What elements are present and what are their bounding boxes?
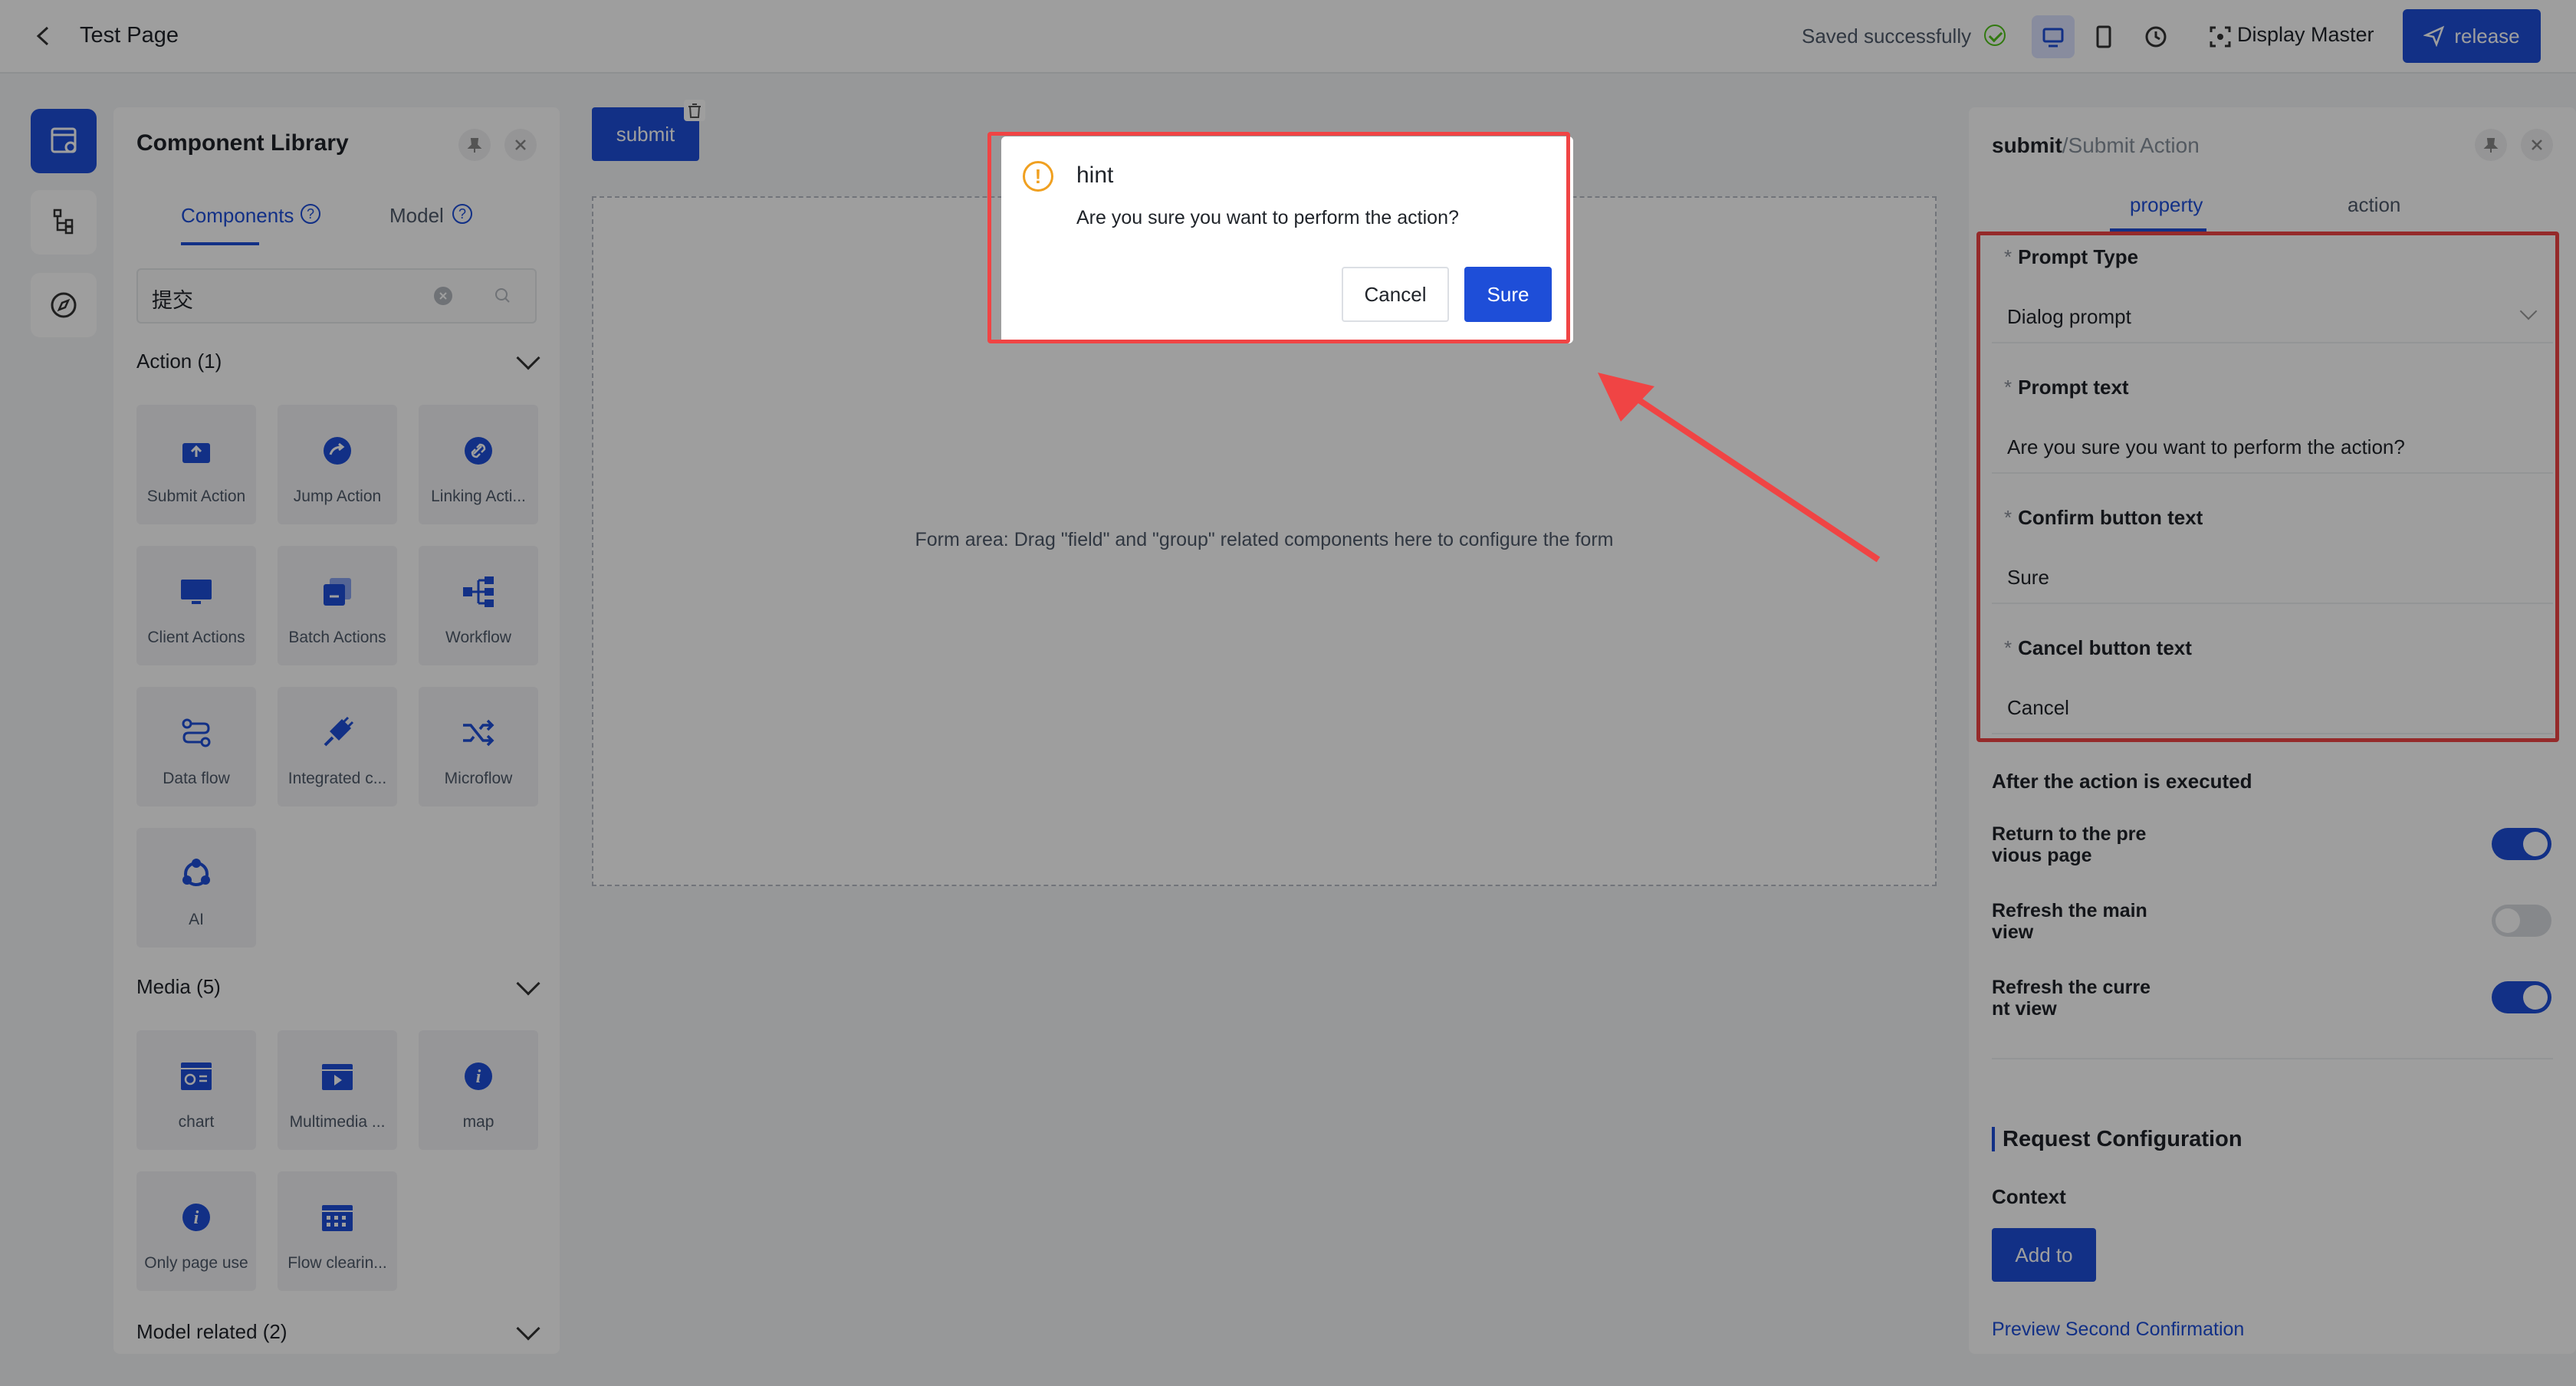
- highlight-box-dialog: [987, 132, 1570, 343]
- annotation-arrow-icon: [1598, 373, 1881, 563]
